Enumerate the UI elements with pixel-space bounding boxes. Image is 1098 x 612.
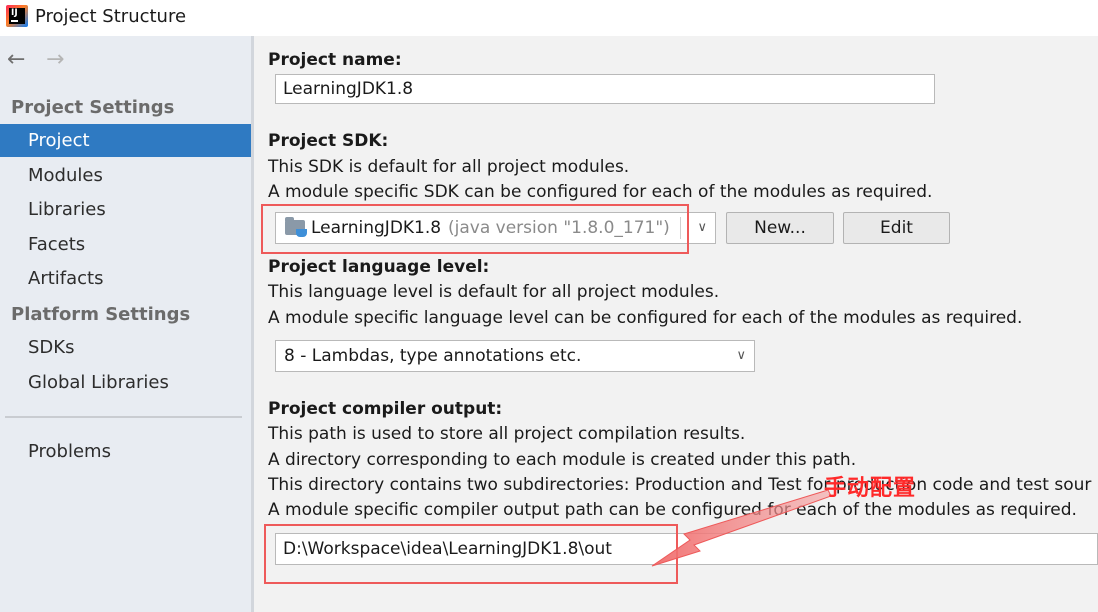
project-sdk-desc-1: This SDK is default for all project modu… [268,157,630,177]
language-level-desc-1: This language level is default for all p… [268,282,720,302]
chevron-down-icon: ∨ [697,220,707,235]
compiler-output-desc-2: A directory corresponding to each module… [268,450,857,470]
arrow-left-icon[interactable]: ← [7,47,25,73]
platform-settings-header: Platform Settings [11,304,191,325]
language-level-dropdown[interactable]: 8 - Lambdas, type annotations etc. ∨ [275,340,755,372]
annotation-label: 手动配置 [824,475,917,501]
project-sdk-desc-2: A module specific SDK can be configured … [268,182,933,202]
project-settings-header: Project Settings [11,97,175,118]
sidebar-item-modules[interactable]: Modules [0,159,251,192]
language-level-value: 8 - Lambdas, type annotations etc. [284,346,582,366]
title-bar: IJ Project Structure [0,0,1098,36]
arrow-right-icon[interactable]: → [46,47,64,73]
edit-sdk-button[interactable]: Edit [843,212,950,244]
compiler-output-label: Project compiler output: [268,399,503,419]
intellij-app-icon: IJ [6,5,28,27]
sidebar-item-libraries[interactable]: Libraries [0,193,251,226]
sidebar-item-project[interactable]: Project [0,124,251,157]
compiler-output-desc-1: This path is used to store all project c… [268,424,746,444]
compiler-output-desc-4: A module specific compiler output path c… [268,500,1077,520]
sidebar-item-global-libraries[interactable]: Global Libraries [0,366,251,399]
compiler-output-desc-3: This directory contains two subdirectori… [268,475,1092,495]
sidebar-item-artifacts[interactable]: Artifacts [0,262,251,295]
output-highlight-box [264,524,678,584]
sidebar-item-sdks[interactable]: SDKs [0,331,251,364]
window-title: Project Structure [35,6,187,27]
chevron-down-icon: ∨ [736,348,746,363]
project-name-input[interactable]: LearningJDK1.8 [275,74,935,104]
sidebar-item-facets[interactable]: Facets [0,228,251,261]
sidebar-item-problems[interactable]: Problems [0,435,251,468]
language-level-label: Project language level: [268,257,490,277]
new-sdk-button[interactable]: New... [726,212,834,244]
sidebar-separator [5,416,242,418]
language-level-desc-2: A module specific language level can be … [268,308,1023,328]
project-sdk-label: Project SDK: [268,131,389,151]
project-name-label: Project name: [268,50,402,70]
sdk-highlight-box [261,204,689,254]
